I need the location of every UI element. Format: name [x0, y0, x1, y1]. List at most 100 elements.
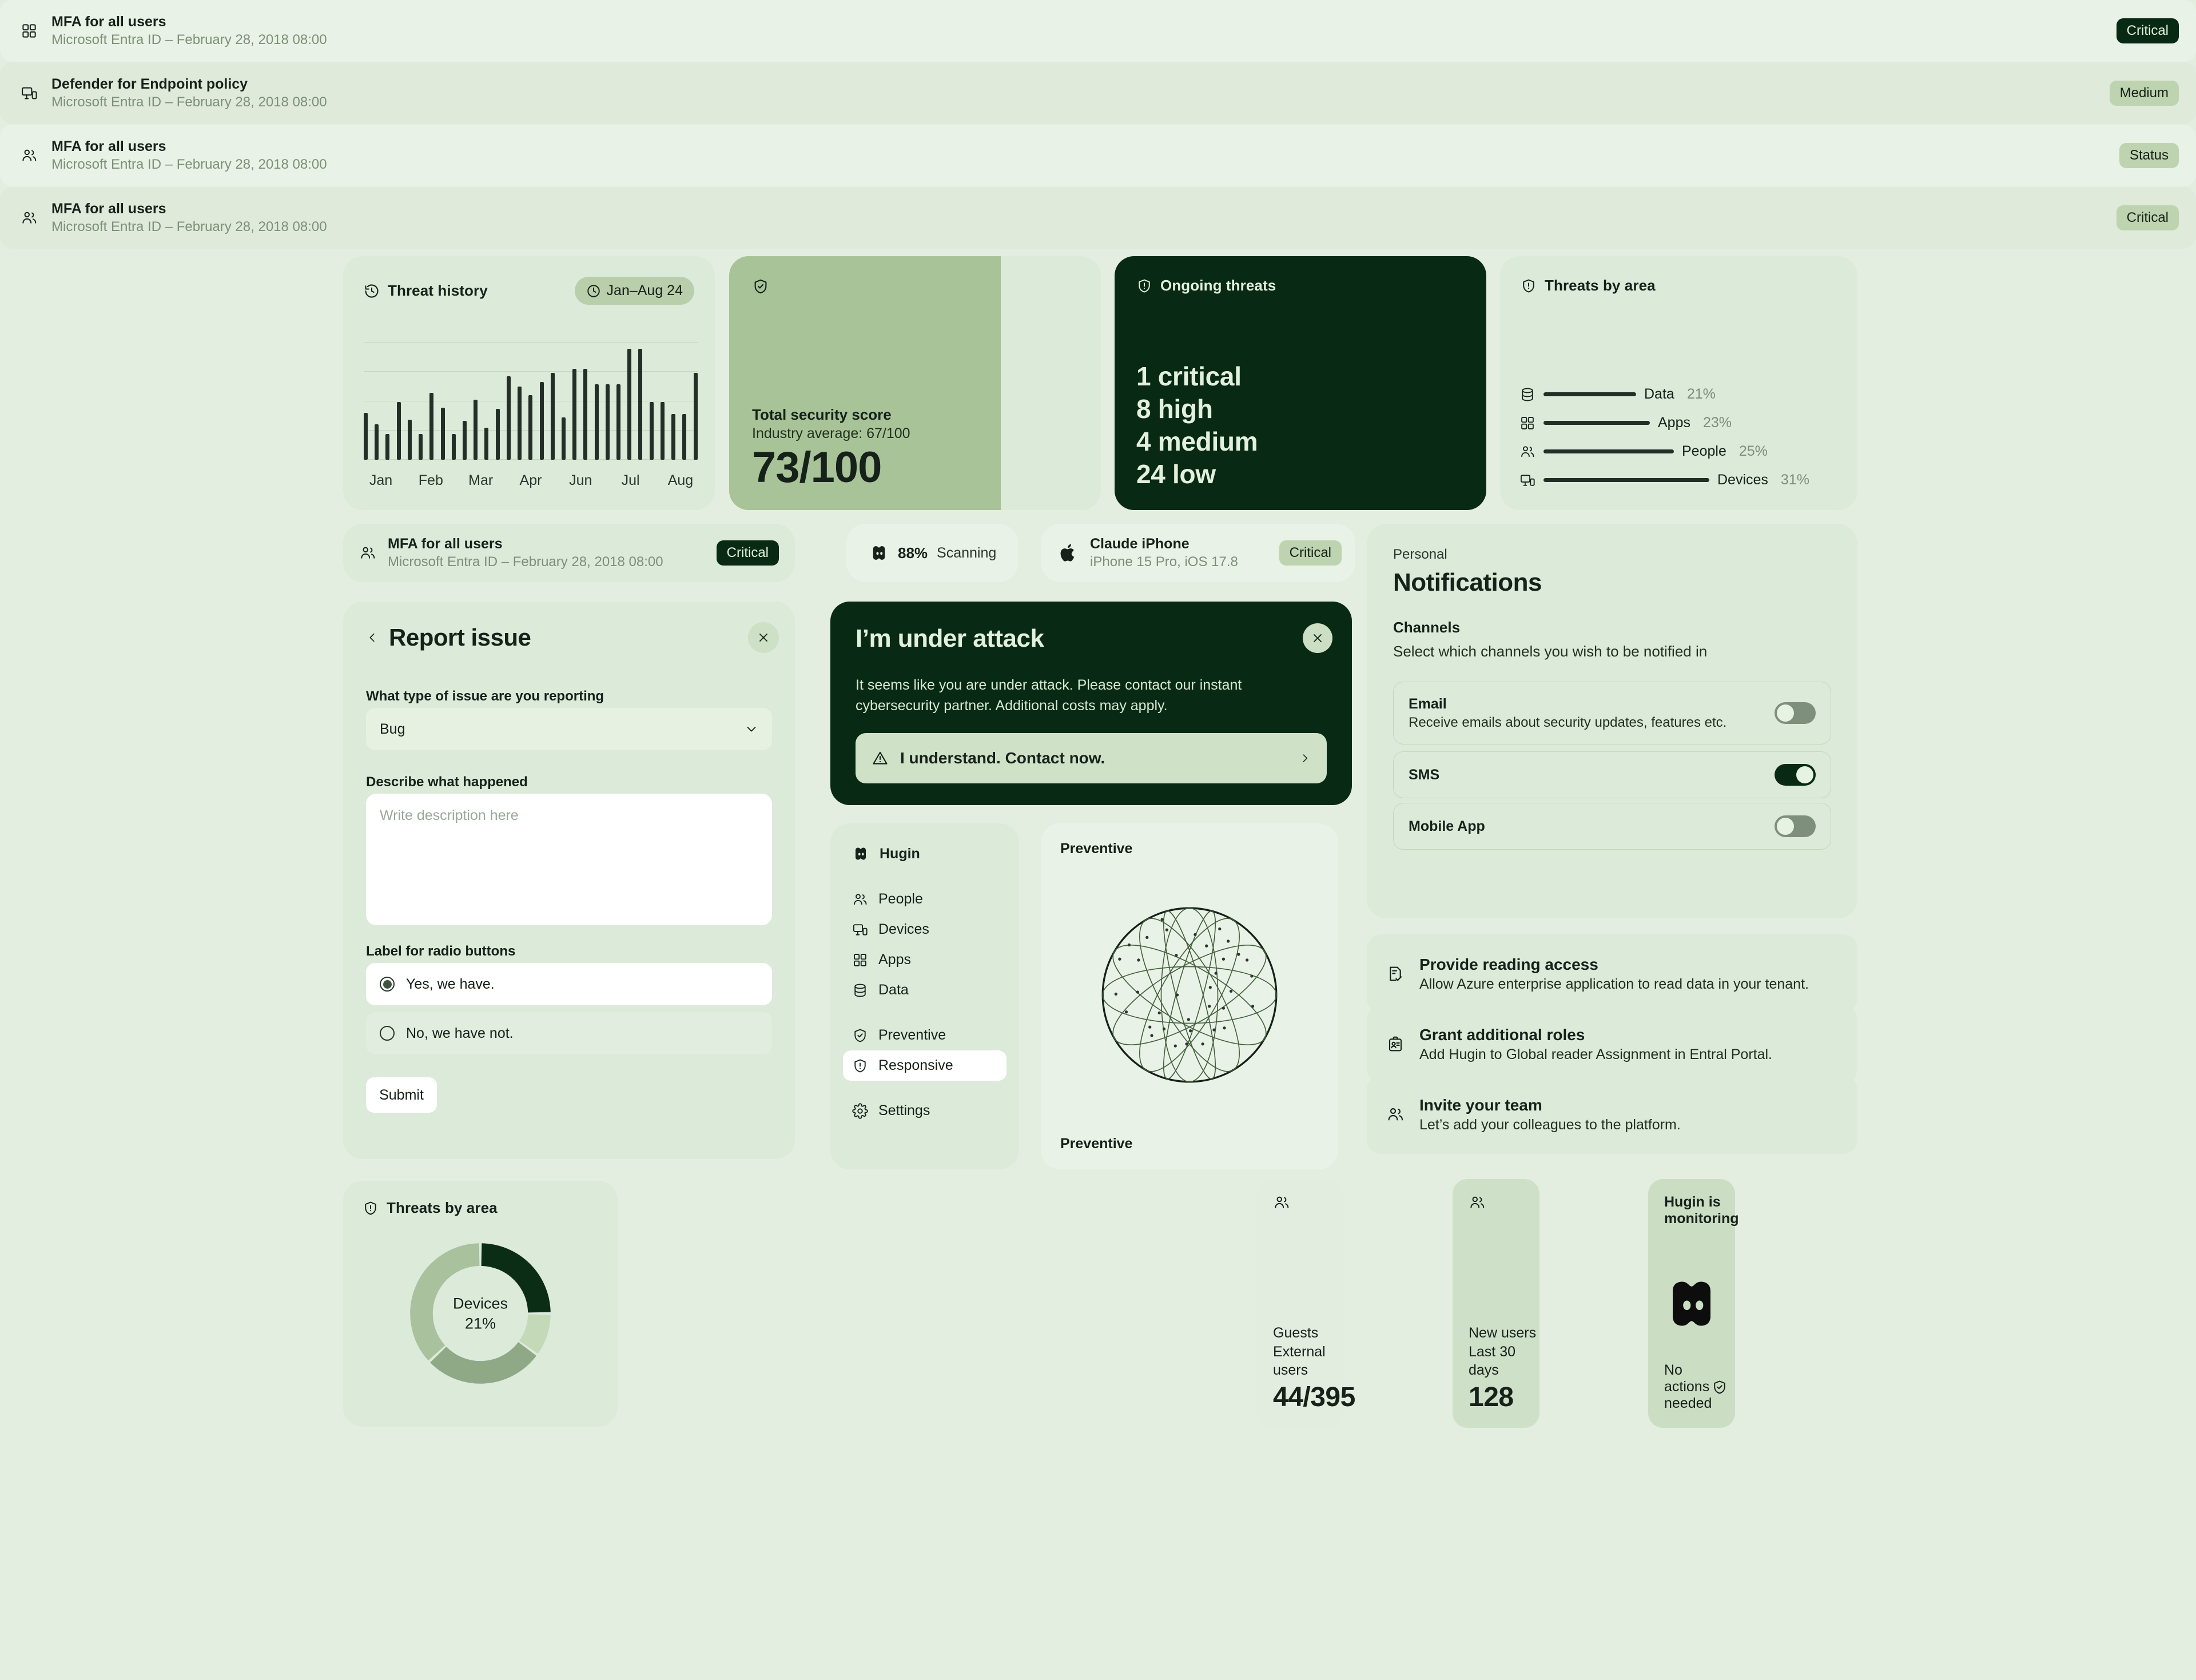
area-bar	[1543, 392, 1636, 396]
channels-description: Select which channels you wish to be not…	[1393, 643, 1708, 660]
donut-header: Threats by area	[363, 1199, 498, 1217]
chart-tick-label: Mar	[468, 472, 494, 488]
device-status-badge: Critical	[1279, 540, 1342, 566]
mfa-strip-subtitle: Microsoft Entra ID – February 28, 2018 0…	[388, 554, 663, 570]
threat-area-row: People 25%	[1519, 443, 1840, 460]
threats-by-area-rows: Data 21% Apps 23% People 25% Devices 31%	[1519, 386, 1840, 488]
sidebar-item-people[interactable]: People	[843, 884, 1006, 914]
row-title: Defender for Endpoint policy	[51, 75, 248, 92]
channel-toggle[interactable]	[1775, 815, 1816, 837]
channel-toggle[interactable]	[1775, 764, 1816, 786]
new-users-line2: Last 30 days	[1469, 1343, 1516, 1379]
device-subtitle: iPhone 15 Pro, iOS 17.8	[1090, 554, 1238, 570]
sidebar-item-label: Preventive	[878, 1027, 946, 1043]
submit-button[interactable]: Submit	[366, 1077, 437, 1113]
action-card-grant-additional-roles[interactable]: Grant additional roles Add Hugin to Globa…	[1367, 1005, 1857, 1084]
ongoing-threat-line: 24 low	[1136, 459, 1216, 489]
chart-bar	[484, 428, 489, 460]
device-status-card[interactable]: Claude iPhone iPhone 15 Pro, iOS 17.8 Cr…	[1041, 524, 1355, 582]
issue-type-select[interactable]: Bug	[366, 708, 772, 750]
ongoing-threat-line: 4 medium	[1136, 426, 1258, 456]
sidebar-brand[interactable]: Hugin	[843, 841, 1006, 869]
table-row[interactable]: Defender for Endpoint policy Microsoft En…	[0, 62, 2196, 124]
donut-title: Threats by area	[387, 1199, 498, 1216]
sidebar-item-preventive[interactable]: Preventive	[843, 1020, 1006, 1050]
sidebar-nav-items: Hugin People Devices Apps Data Preventive Resp…	[843, 841, 1006, 1126]
threats-by-area-header: Threats by area	[1521, 277, 1656, 294]
chart-bar	[572, 369, 577, 460]
chevron-down-icon	[745, 722, 758, 736]
radio-group-label: Label for radio buttons	[366, 943, 516, 959]
industry-average: Industry average: 67/100	[752, 425, 910, 441]
radio-option-yes[interactable]: Yes, we have.	[366, 963, 772, 1005]
row-text: MFA for all users Microsoft Entra ID – Fe…	[51, 138, 2106, 173]
row-subtitle: Microsoft Entra ID – February 28, 2018 0…	[51, 157, 327, 173]
action-title: Grant additional roles	[1419, 1025, 1585, 1044]
channel-row-email[interactable]: Email Receive emails about security updat…	[1393, 682, 1831, 745]
table-row[interactable]: MFA for all users Microsoft Entra ID – Fe…	[0, 0, 2196, 62]
date-range-badge[interactable]: Jan–Aug 24	[574, 277, 694, 305]
chart-bar	[440, 408, 445, 460]
chart-bar	[462, 421, 467, 460]
scan-percent: 88%	[898, 544, 928, 562]
device-text: Claude iPhone iPhone 15 Pro, iOS 17.8	[1090, 535, 1267, 571]
donut-center-name: Devices	[452, 1295, 508, 1312]
donut-center-label: Devices 21%	[453, 1293, 508, 1333]
chart-bar	[693, 372, 698, 460]
area-name: Apps	[1658, 415, 1690, 431]
gear-icon	[852, 1102, 868, 1119]
apps-grid-icon	[21, 22, 38, 39]
sidebar-item-devices[interactable]: Devices	[843, 914, 1006, 945]
sidebar-item-data[interactable]: Data	[843, 975, 1006, 1005]
close-icon[interactable]	[748, 622, 779, 653]
sidebar-item-apps[interactable]: Apps	[843, 945, 1006, 975]
scanning-inner: 88% Scanning	[846, 524, 1018, 582]
chart-tick-label: Feb	[418, 472, 443, 488]
contact-now-button[interactable]: I understand. Contact now.	[856, 733, 1327, 783]
channel-row-sms[interactable]: SMS	[1393, 751, 1831, 798]
table-row[interactable]: MFA for all users Microsoft Entra ID – Fe…	[0, 187, 2196, 249]
score-text-group: Total security score Industry average: 6…	[752, 405, 910, 491]
radio-option-no[interactable]: No, we have not.	[366, 1012, 772, 1054]
ongoing-threats-card: Ongoing threats 1 critical 8 high 4 medium…	[1115, 256, 1486, 510]
sidebar-item-label: Devices	[878, 921, 929, 937]
threat-area-row: Data 21%	[1519, 386, 1840, 403]
channel-text: Mobile App	[1409, 817, 1775, 836]
chart-bar	[539, 382, 544, 460]
action-card-invite-your-team[interactable]: Invite your team Let’s add your colleague…	[1367, 1075, 1857, 1154]
scanning-status-card[interactable]: 88% Scanning	[846, 524, 1018, 582]
close-icon[interactable]	[1303, 623, 1332, 653]
sidebar-item-responsive[interactable]: Responsive	[843, 1050, 1006, 1081]
sidebar-item-label: Responsive	[878, 1057, 953, 1073]
action-card-provide-reading-access[interactable]: Provide reading access Allow Azure enterp…	[1367, 934, 1857, 1013]
row-subtitle: Microsoft Entra ID – February 28, 2018 0…	[51, 32, 327, 48]
area-bar	[1543, 449, 1674, 453]
total-security-score-card: Total security score Industry average: 6…	[729, 256, 1101, 510]
mfa-strip-inner: MFA for all users Microsoft Entra ID – F…	[343, 524, 795, 582]
describe-textarea[interactable]: Write description here	[366, 794, 772, 925]
chart-tick-label: Apr	[519, 472, 542, 488]
issue-type-label: What type of issue are you reporting	[366, 688, 604, 704]
row-text: MFA for all users Microsoft Entra ID – Fe…	[51, 200, 2103, 236]
channel-row-mobile-app[interactable]: Mobile App	[1393, 803, 1831, 850]
new-users-line1: New users	[1469, 1325, 1537, 1341]
sidebar-item-settings[interactable]: Settings	[843, 1096, 1006, 1126]
channel-toggle[interactable]	[1775, 702, 1816, 724]
chevron-left-icon[interactable]	[366, 629, 379, 646]
area-name: Devices	[1717, 472, 1768, 488]
preventive-globe-card: Preventive Preventive	[1041, 823, 1338, 1169]
issue-type-value: Bug	[380, 720, 405, 737]
table-row[interactable]: MFA for all users Microsoft Entra ID – Fe…	[0, 125, 2196, 186]
report-issue-panel: Report issue What type of issue are you …	[343, 602, 795, 1159]
device-inner: Claude iPhone iPhone 15 Pro, iOS 17.8 Cr…	[1041, 524, 1355, 582]
notifications-eyebrow: Personal	[1393, 547, 1447, 562]
chart-bar	[616, 384, 621, 460]
contact-now-label: I understand. Contact now.	[900, 749, 1105, 767]
chart-bar	[518, 387, 522, 460]
page-title: Report issue	[389, 624, 531, 651]
mfa-status-strip[interactable]: MFA for all users Microsoft Entra ID – F…	[343, 524, 795, 582]
chart-tick-label: Jul	[621, 472, 640, 488]
threat-history-card: Threat history Jan–Aug 24 Jan Feb Mar Apr Ju…	[343, 256, 715, 510]
device-title: Claude iPhone	[1090, 535, 1190, 552]
